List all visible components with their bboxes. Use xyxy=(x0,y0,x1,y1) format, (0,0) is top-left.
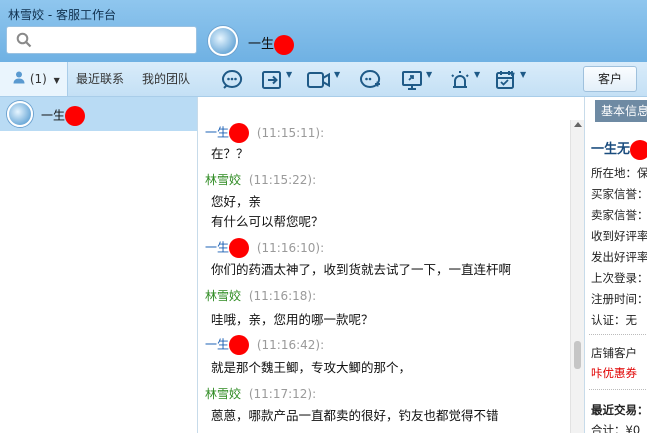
info-register-time: 注册时间： xyxy=(591,292,647,306)
redaction-mark xyxy=(229,123,250,143)
tab-contacts[interactable]: (1) ▼ xyxy=(0,62,68,96)
alarm-icon[interactable] xyxy=(448,68,472,92)
window-title: 林雪姣 - 客服工作台 xyxy=(8,8,116,22)
divider xyxy=(589,334,647,335)
contact-name: 一生 xyxy=(41,106,86,126)
chat-toolbar: ▼ ▼ ▼ ▼ ▼ 客户 xyxy=(198,62,647,97)
message-text: 您好，亲 xyxy=(211,194,262,209)
message-header: 林雪姣 (11:16:18): xyxy=(205,289,317,303)
scroll-thumb[interactable] xyxy=(574,341,581,369)
info-received-rating: 收到好评率 xyxy=(591,229,647,243)
search-icon xyxy=(16,32,32,51)
trade-total: 合计：¥0 xyxy=(591,423,641,433)
redaction-mark xyxy=(229,335,250,355)
message-header: 一生 (11:15:11): xyxy=(205,123,324,143)
shop-customer-label: 店铺客户 xyxy=(591,346,637,360)
info-last-login: 上次登录： xyxy=(591,271,647,285)
redaction-mark xyxy=(630,139,647,160)
tab-recent-contacts[interactable]: 最近联系 xyxy=(76,62,124,96)
contact-list: 一生 xyxy=(0,97,198,433)
chat-add-icon[interactable] xyxy=(358,68,382,92)
info-buyer-credit: 买家信誉： xyxy=(591,187,647,201)
redaction-mark xyxy=(274,34,295,55)
title-bar: 林雪姣 - 客服工作台 一生 xyxy=(0,0,647,62)
info-verification: 认证：无 xyxy=(591,313,637,327)
message-header: 林雪姣 (11:15:22): xyxy=(205,173,317,187)
tab-my-team[interactable]: 我的团队 xyxy=(142,62,190,96)
screen-share-icon[interactable] xyxy=(400,68,424,92)
chevron-down-icon[interactable]: ▼ xyxy=(520,70,526,79)
chat-message-area: 一生 (11:15:11): 在？？ 林雪姣 (11:15:22): 您好，亲 … xyxy=(198,97,570,433)
info-location: 所在地：保 xyxy=(591,166,647,180)
scroll-up-arrow[interactable] xyxy=(574,122,582,127)
redaction-mark xyxy=(65,106,86,126)
chat-contact-avatar[interactable] xyxy=(208,26,238,56)
divider xyxy=(589,389,647,390)
message-text: 在？？ xyxy=(211,146,249,161)
transfer-icon[interactable] xyxy=(260,68,284,92)
recent-trade-label: 最近交易： xyxy=(591,403,647,417)
redaction-mark xyxy=(229,238,250,258)
coupon-link[interactable]: 咔优惠券 xyxy=(591,365,637,381)
left-tab-bar: (1) ▼ 最近联系 我的团队 xyxy=(0,62,198,97)
message-text: 就是那个魏王鲫，专攻大鲫的那个， xyxy=(211,360,412,375)
chevron-down-icon[interactable]: ▼ xyxy=(286,70,292,79)
message-header: 一生 (11:16:10): xyxy=(205,238,324,258)
person-icon xyxy=(12,63,26,97)
avatar xyxy=(7,101,33,127)
chevron-down-icon[interactable]: ▼ xyxy=(334,70,340,79)
message-header: 林雪姣 (11:17:12): xyxy=(205,387,317,401)
list-item[interactable]: 一生 xyxy=(0,97,197,131)
search-input[interactable] xyxy=(37,31,187,49)
info-seller-credit: 卖家信誉： xyxy=(591,208,647,222)
message-text: 你们的药酒太神了，收到货就去试了一下，一直连杆啊 xyxy=(211,262,512,277)
info-given-rating: 发出好评率 xyxy=(591,250,647,264)
message-header: 一生 (11:16:42): xyxy=(205,335,324,355)
chat-contact-name: 一生 xyxy=(248,33,295,55)
message-text: 蒽蒽，哪款产品一直都卖的很好，钓友也都觉得不错 xyxy=(211,408,499,423)
tab-basic-info[interactable]: 基本信息 xyxy=(595,100,647,122)
chevron-down-icon: ▼ xyxy=(53,76,60,85)
message-text: 哇哦，亲，您用的哪一款呢？ xyxy=(211,312,374,327)
search-box[interactable] xyxy=(6,26,197,54)
customer-button[interactable]: 客户 xyxy=(583,66,637,92)
customer-name: 一生无 xyxy=(591,138,647,160)
message-text: 有什么可以帮您呢？ xyxy=(211,214,324,229)
customer-info-panel: 基本信息 一生无 所在地：保 买家信誉： 卖家信誉： 收到好评率 发出好评率 上… xyxy=(584,97,647,433)
chevron-down-icon[interactable]: ▼ xyxy=(474,70,480,79)
schedule-icon[interactable] xyxy=(494,68,518,92)
emoji-icon[interactable] xyxy=(220,68,244,92)
chevron-down-icon[interactable]: ▼ xyxy=(426,70,432,79)
chat-scrollbar[interactable] xyxy=(570,120,584,433)
video-icon[interactable] xyxy=(306,68,332,92)
